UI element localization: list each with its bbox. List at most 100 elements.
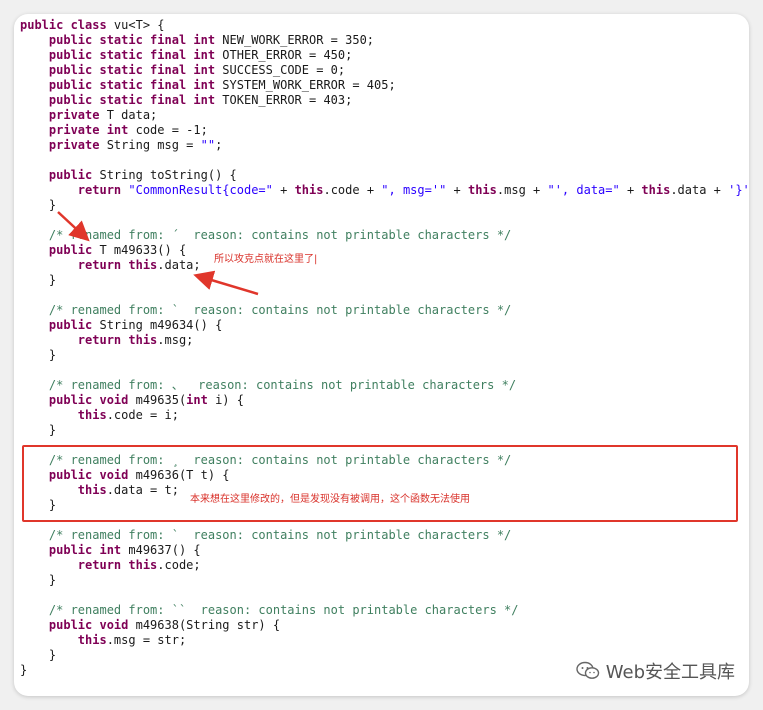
code-token: .data +	[670, 183, 729, 197]
code-token: int	[186, 393, 216, 407]
code-token: /* renamed from: ` reason: contains not …	[20, 528, 512, 542]
code-token: .code +	[323, 183, 382, 197]
code-token: this	[20, 633, 107, 647]
code-token: ", msg='"	[381, 183, 447, 197]
code-line: private T data;	[20, 108, 749, 123]
code-token: public void	[20, 393, 136, 407]
code-token: /* renamed from: ´ reason: contains not …	[20, 228, 512, 242]
code-token: }	[20, 648, 57, 662]
code-token: public	[20, 318, 100, 332]
code-line: }	[20, 423, 749, 438]
code-token: }	[20, 663, 28, 677]
annotation-note-1: 所以攻克点就在这里了|	[214, 254, 318, 265]
code-token: "CommonResult{code="	[128, 183, 273, 197]
code-line: public T m49633() {	[20, 243, 749, 258]
code-editor: public class vu<T> { public static final…	[20, 18, 749, 678]
code-line: public void m49638(String str) {	[20, 618, 749, 633]
code-token: +	[619, 183, 642, 197]
code-token: T m49633() {	[99, 243, 187, 257]
code-line: return this.data;	[20, 258, 749, 273]
code-token: }	[20, 573, 57, 587]
code-token: m49638(String str) {	[135, 618, 281, 632]
code-line: private String msg = "";	[20, 138, 749, 153]
code-token: code = -1;	[135, 123, 208, 137]
code-line: public static final int TOKEN_ERROR = 40…	[20, 93, 749, 108]
code-token: public	[20, 168, 100, 182]
code-token: private	[20, 108, 107, 122]
code-line: this.msg = str;	[20, 633, 749, 648]
code-token: public static final int	[20, 93, 223, 107]
code-token: .code = i;	[106, 408, 179, 422]
annotation-note-2: 本来想在这里修改的，但是发现没有被调用，这个函数无法使用	[190, 494, 470, 505]
code-token: public static final int	[20, 33, 223, 47]
code-token: /* renamed from: `` reason: contains not…	[20, 603, 519, 617]
code-token: "', data="	[547, 183, 620, 197]
code-token: +	[272, 183, 295, 197]
code-line: return this.code;	[20, 558, 749, 573]
code-line: public int m49637() {	[20, 543, 749, 558]
code-token: ;	[215, 138, 223, 152]
code-line: return this.msg;	[20, 333, 749, 348]
wechat-icon	[576, 661, 599, 679]
code-token: String toString() {	[99, 168, 237, 182]
code-token: m49635(	[135, 393, 187, 407]
code-token: +	[446, 183, 468, 197]
screenshot-frame: public class vu<T> { public static final…	[14, 14, 749, 696]
code-token: return this	[20, 258, 158, 272]
code-line: public String toString() {	[20, 168, 749, 183]
code-token: public void	[20, 618, 136, 632]
code-line: public static final int OTHER_ERROR = 45…	[20, 48, 749, 63]
code-token: public static final int	[20, 48, 223, 62]
code-token: SYSTEM_WORK_ERROR = 405;	[222, 78, 396, 92]
code-line: }	[20, 273, 749, 288]
code-token: }	[20, 273, 57, 287]
code-line: /* renamed from: ` reason: contains not …	[20, 528, 749, 543]
code-token: '}'	[728, 183, 749, 197]
code-token: .msg = str;	[106, 633, 187, 647]
code-token: vu<T> {	[113, 18, 165, 32]
code-line: /* renamed from: ´ reason: contains not …	[20, 228, 749, 243]
code-token: T data;	[106, 108, 158, 122]
watermark: Web安全工具库	[571, 656, 739, 686]
code-token: ""	[200, 138, 216, 152]
code-token: public class	[20, 18, 114, 32]
code-token: /* renamed from: 、 reason: contains not …	[20, 378, 517, 392]
code-line: /* renamed from: ` reason: contains not …	[20, 303, 749, 318]
code-token: NEW_WORK_ERROR = 350;	[222, 33, 375, 47]
code-line: }	[20, 198, 749, 213]
code-line: public static final int SUCCESS_CODE = 0…	[20, 63, 749, 78]
code-token: .code;	[157, 558, 201, 572]
code-line: public String m49634() {	[20, 318, 749, 333]
code-line: public class vu<T> {	[20, 18, 749, 33]
code-token: }	[20, 198, 57, 212]
watermark-text: Web安全工具库	[605, 662, 735, 683]
code-line: }	[20, 348, 749, 363]
code-line: public static final int NEW_WORK_ERROR =…	[20, 33, 749, 48]
code-token: m49637() {	[128, 543, 201, 557]
code-token: SUCCESS_CODE = 0;	[222, 63, 346, 77]
code-token: this	[641, 183, 671, 197]
code-line: /* renamed from: `` reason: contains not…	[20, 603, 749, 618]
code-line: /* renamed from: 、 reason: contains not …	[20, 378, 749, 393]
code-line: return "CommonResult{code=" + this .code …	[20, 183, 749, 198]
code-line: }	[20, 573, 749, 588]
code-token: return	[20, 183, 129, 197]
code-token: String msg =	[106, 138, 201, 152]
highlight-box	[22, 445, 738, 522]
code-token: this	[467, 183, 497, 197]
code-token: this	[20, 408, 107, 422]
code-token: public static final int	[20, 63, 223, 77]
code-token: }	[20, 348, 57, 362]
code-token: TOKEN_ERROR = 403;	[222, 93, 353, 107]
code-token: private	[20, 138, 107, 152]
code-token: public int	[20, 543, 129, 557]
code-line: this.code = i;	[20, 408, 749, 423]
code-token: i) {	[215, 393, 244, 407]
code-token: .msg;	[157, 333, 194, 347]
code-token: private int	[20, 123, 136, 137]
